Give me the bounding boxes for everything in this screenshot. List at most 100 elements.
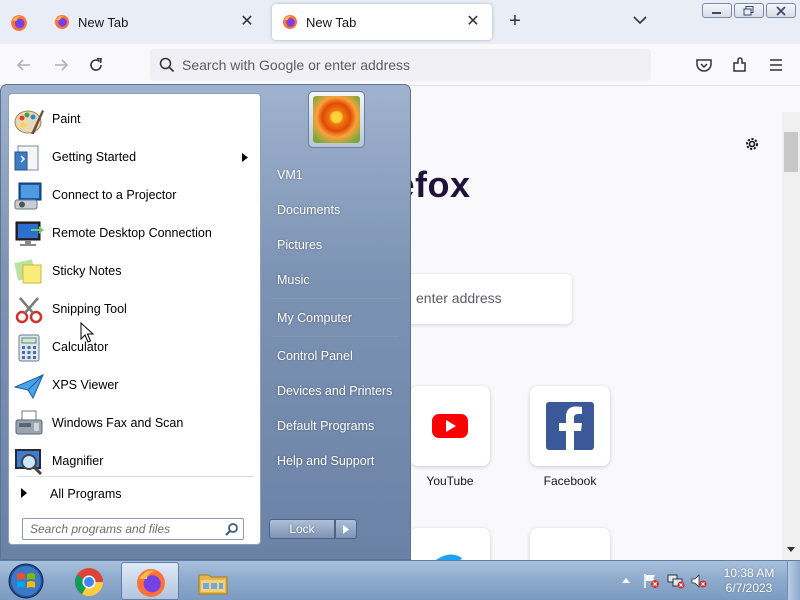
scroll-down-arrow-icon[interactable] xyxy=(786,546,796,554)
program-paint[interactable]: Paint xyxy=(9,102,260,138)
new-tab-button[interactable]: + xyxy=(504,10,526,32)
start-search-input[interactable] xyxy=(30,521,220,537)
projector-icon xyxy=(14,182,42,210)
paint-icon xyxy=(14,110,44,134)
shortcut-youtube[interactable] xyxy=(410,386,490,466)
separator xyxy=(271,336,399,337)
start-link-pictures[interactable]: Pictures xyxy=(269,234,404,258)
triangle-right-icon xyxy=(21,488,27,498)
content-search-placeholder: enter address xyxy=(416,290,502,306)
shortcut-label-facebook: Facebook xyxy=(543,474,597,488)
forward-icon[interactable] xyxy=(52,56,70,74)
start-link-control-panel[interactable]: Control Panel xyxy=(269,345,404,369)
chrome-icon xyxy=(75,568,103,596)
start-link-music[interactable]: Music xyxy=(269,269,404,293)
program-label: Windows Fax and Scan xyxy=(52,416,184,430)
submenu-arrow-icon xyxy=(242,153,248,162)
back-icon[interactable] xyxy=(15,56,33,74)
firefox-icon xyxy=(137,569,165,597)
triangle-right-icon xyxy=(343,525,349,534)
shortcut-facebook[interactable] xyxy=(530,386,610,466)
program-connect-to-projector[interactable]: Connect to a Projector xyxy=(9,178,260,214)
start-button[interactable] xyxy=(6,562,46,600)
page-scrollbar[interactable] xyxy=(782,112,800,560)
shortcut-label-youtube: YouTube xyxy=(426,474,474,488)
programs-pane: Paint Getting Started Connect to a Proje… xyxy=(8,93,261,545)
start-link-label: Pictures xyxy=(277,238,323,252)
chevron-down-icon[interactable] xyxy=(632,12,648,28)
program-label: XPS Viewer xyxy=(52,378,119,392)
program-label: Sticky Notes xyxy=(52,264,122,278)
reload-icon[interactable] xyxy=(87,56,105,74)
program-calculator[interactable]: Calculator xyxy=(9,330,260,366)
magnifier-icon xyxy=(15,449,43,476)
tab-new-tab-1[interactable]: New Tab ✕ xyxy=(44,4,266,40)
all-programs-label: All Programs xyxy=(50,487,122,501)
restore-button[interactable] xyxy=(734,3,764,18)
fax-scan-icon xyxy=(15,410,43,435)
close-tab-icon[interactable]: ✕ xyxy=(238,13,256,31)
start-link-user[interactable]: VM1 xyxy=(269,164,404,188)
program-label: Remote Desktop Connection xyxy=(52,226,212,240)
tab-new-tab-2[interactable]: New Tab ✕ xyxy=(272,4,492,40)
pocket-icon[interactable] xyxy=(695,56,713,74)
program-label: Connect to a Projector xyxy=(52,188,177,202)
close-tab-icon[interactable]: ✕ xyxy=(464,13,482,31)
xps-viewer-icon xyxy=(13,374,44,400)
scroll-thumb[interactable] xyxy=(784,132,798,172)
program-snipping-tool[interactable]: Snipping Tool xyxy=(9,292,260,328)
taskbar-firefox[interactable] xyxy=(121,562,179,600)
firefox-icon xyxy=(283,15,297,29)
start-link-documents[interactable]: Documents xyxy=(269,199,404,223)
address-bar[interactable] xyxy=(150,49,651,81)
separator xyxy=(271,298,399,299)
user-picture[interactable] xyxy=(308,91,365,148)
system-clock[interactable]: 10:38 AM 6/7/2023 xyxy=(716,566,782,596)
start-link-devices-printers[interactable]: Devices and Printers xyxy=(269,380,404,404)
url-input[interactable] xyxy=(182,49,642,81)
action-center-flag-icon[interactable] xyxy=(642,573,660,589)
start-link-computer[interactable]: My Computer xyxy=(269,307,404,331)
program-sticky-notes[interactable]: Sticky Notes xyxy=(9,254,260,290)
network-icon[interactable] xyxy=(667,573,685,589)
taskbar-chrome[interactable] xyxy=(60,562,118,600)
start-link-label: Documents xyxy=(277,203,341,217)
flower-avatar-image xyxy=(313,96,360,143)
start-link-default-programs[interactable]: Default Programs xyxy=(269,415,404,439)
volume-muted-icon[interactable] xyxy=(690,573,708,589)
separator xyxy=(17,476,254,477)
clock-time: 10:38 AM xyxy=(723,566,775,580)
explorer-icon xyxy=(198,574,228,595)
program-xps-viewer[interactable]: XPS Viewer xyxy=(9,368,260,404)
taskbar-explorer[interactable] xyxy=(184,562,242,600)
youtube-icon xyxy=(432,414,468,438)
show-desktop-button[interactable] xyxy=(787,561,800,600)
gear-icon[interactable] xyxy=(743,135,761,153)
menu-icon[interactable] xyxy=(767,56,785,74)
all-programs-button[interactable]: All Programs xyxy=(17,482,254,506)
snipping-tool-icon xyxy=(15,297,43,324)
close-window-button[interactable] xyxy=(766,3,796,18)
start-link-label: My Computer xyxy=(277,311,353,325)
shutdown-options-button[interactable] xyxy=(335,519,357,539)
search-icon xyxy=(159,57,175,73)
calculator-icon xyxy=(18,334,40,362)
mouse-cursor-icon xyxy=(80,322,94,343)
minimize-button[interactable] xyxy=(702,3,732,18)
start-link-label: Devices and Printers xyxy=(277,384,393,398)
program-remote-desktop-connection[interactable]: Remote Desktop Connection xyxy=(9,216,260,252)
show-hidden-icons-icon[interactable] xyxy=(621,576,631,584)
start-search-box[interactable] xyxy=(22,518,244,540)
lock-button[interactable]: Lock xyxy=(269,519,335,539)
program-magnifier[interactable]: Magnifier xyxy=(9,444,260,480)
program-getting-started[interactable]: Getting Started xyxy=(9,140,260,176)
extensions-icon[interactable] xyxy=(731,56,749,74)
start-link-label: Default Programs xyxy=(277,419,375,433)
start-link-label: Help and Support xyxy=(277,454,375,468)
sticky-notes-icon xyxy=(14,259,42,284)
navigation-toolbar xyxy=(0,44,800,86)
program-windows-fax-and-scan[interactable]: Windows Fax and Scan xyxy=(9,406,260,442)
firefox-view-icon[interactable] xyxy=(10,14,28,32)
search-icon xyxy=(225,523,238,536)
start-link-help-support[interactable]: Help and Support xyxy=(269,450,404,474)
